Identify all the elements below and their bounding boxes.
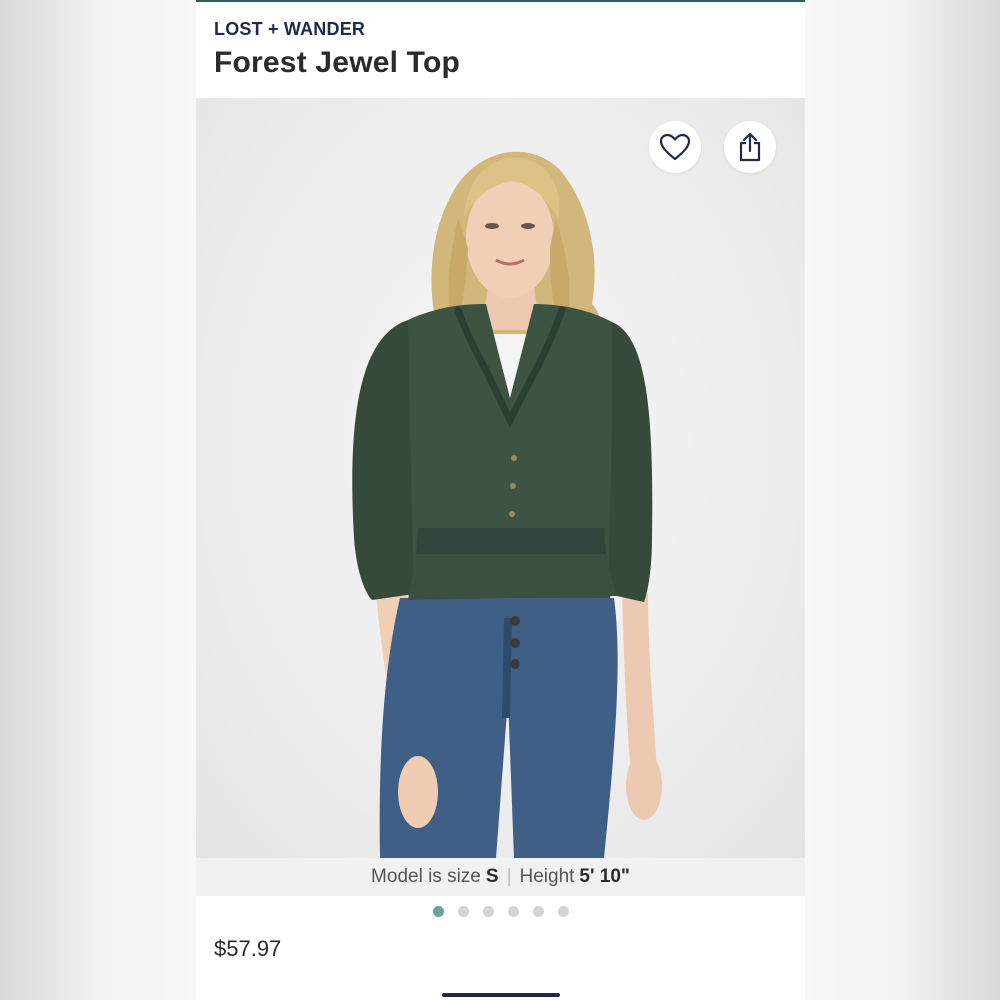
heart-outline-icon (659, 133, 691, 161)
blouse-button-2 (510, 483, 516, 489)
model-height-label: Height (519, 866, 575, 887)
jeans-button-2 (510, 638, 520, 648)
carousel-dot-6[interactable] (557, 906, 569, 917)
blouse-peplum (408, 554, 616, 600)
left-hand (398, 756, 438, 828)
home-indicator (442, 993, 560, 997)
product-photo[interactable] (196, 98, 805, 858)
blouse-waistband (416, 528, 606, 554)
favorite-button[interactable] (649, 121, 701, 173)
model-info-caption: Model is size S | Height 5' 10" (196, 858, 805, 896)
left-eye (485, 223, 499, 229)
blouse-button-1 (511, 455, 517, 461)
product-header: LOST + WANDER Forest Jewel Top (196, 2, 805, 98)
carousel-dot-5[interactable] (532, 906, 544, 917)
jeans-button-3 (510, 659, 520, 669)
carousel-dot-4[interactable] (507, 906, 519, 917)
model-height-value: 5' 10" (579, 866, 630, 887)
product-title: Forest Jewel Top (214, 46, 461, 79)
carousel-dot-1[interactable] (432, 906, 444, 917)
caption-separator: | (506, 866, 512, 887)
carousel-dot-2[interactable] (457, 906, 469, 917)
product-price: $57.97 (214, 936, 282, 961)
right-hand (626, 752, 662, 820)
right-sleeve (608, 322, 653, 602)
blouse-button-3 (509, 511, 515, 517)
right-eye (521, 223, 535, 229)
model-photo-illustration (352, 151, 662, 858)
carousel-dot-3[interactable] (482, 906, 494, 917)
jeans-button-1 (510, 616, 520, 626)
brand-name[interactable]: LOST + WANDER (214, 19, 365, 40)
share-icon (739, 132, 761, 162)
left-sleeve (352, 320, 414, 600)
model-size-value: S (485, 866, 499, 887)
model-size-label: Model is size (371, 866, 481, 887)
carousel-dots (196, 906, 805, 920)
product-screen: LOST + WANDER Forest Jewel Top Model is … (196, 0, 805, 1000)
share-button[interactable] (724, 121, 776, 173)
